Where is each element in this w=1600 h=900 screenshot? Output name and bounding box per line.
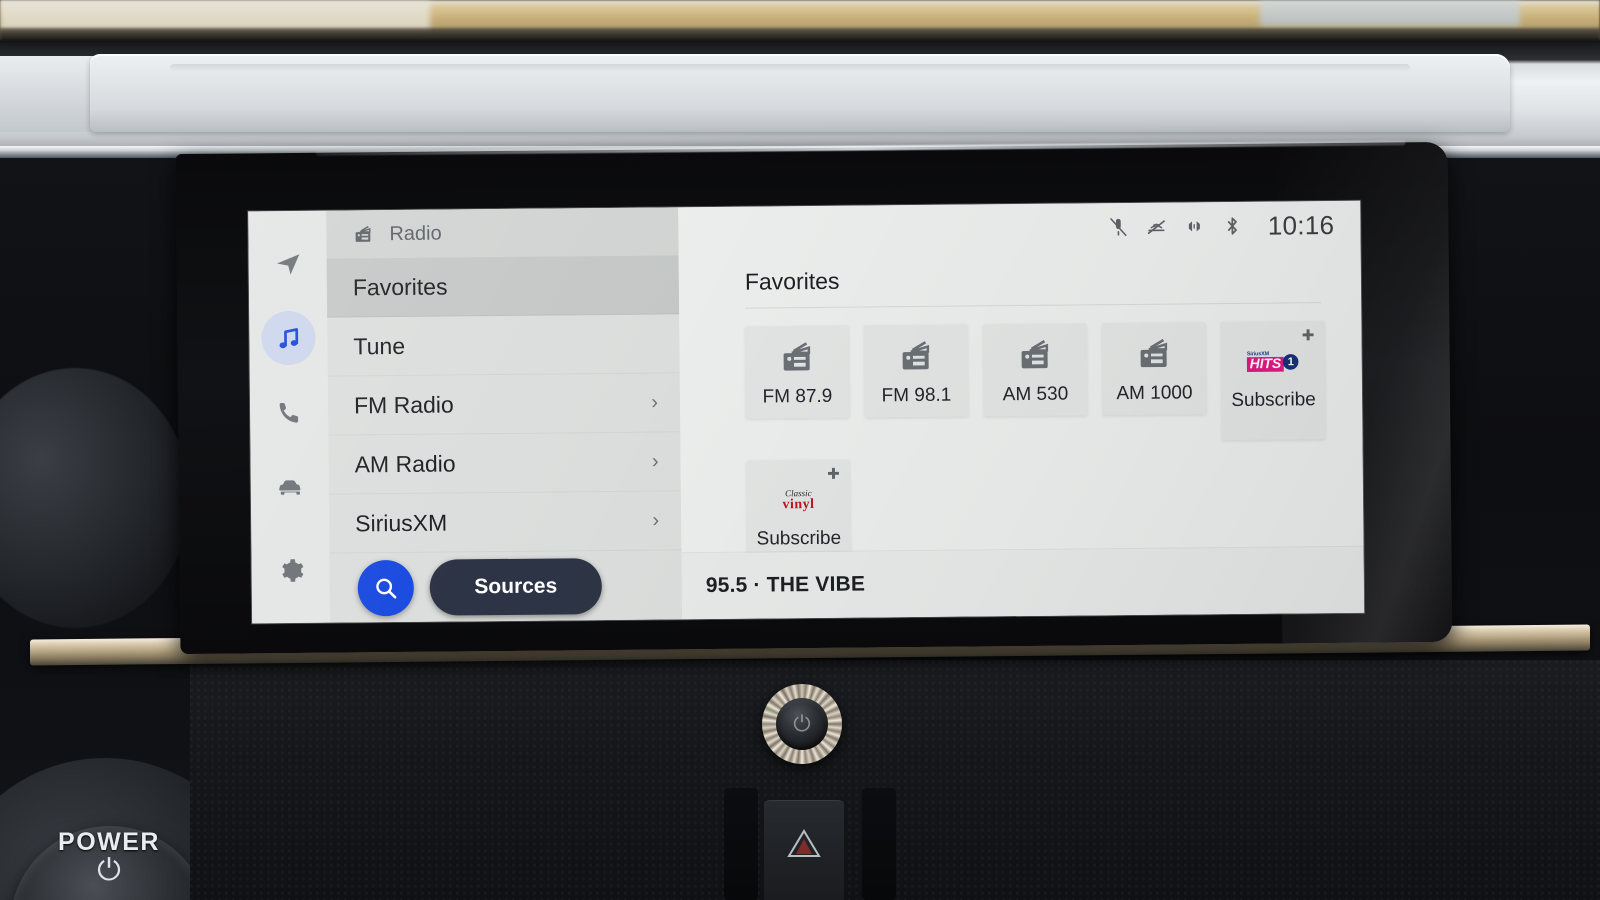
list-item-am-radio[interactable]: AM Radio › bbox=[328, 432, 681, 495]
preset-tile[interactable]: AM 1000 bbox=[1102, 322, 1207, 416]
settings-gear-icon bbox=[281, 558, 303, 582]
list-item-tune[interactable]: Tune bbox=[327, 314, 680, 377]
list-item-fm-radio[interactable]: FM Radio › bbox=[327, 373, 681, 436]
content-title: Favorites bbox=[744, 267, 840, 295]
list-item-label: FM Radio bbox=[353, 390, 454, 418]
center-vent-right bbox=[862, 788, 896, 900]
infotainment-screen[interactable]: Radio Favorites Tune FM Radio › AM Radio… bbox=[248, 200, 1365, 624]
status-bar: 10:16 bbox=[678, 201, 1360, 256]
source-list-rows: Favorites Tune FM Radio › AM Radio › Sir… bbox=[326, 255, 682, 554]
sky-right bbox=[1260, 0, 1520, 26]
sidebar-item-media[interactable] bbox=[261, 310, 316, 366]
source-list-title: Radio bbox=[389, 222, 442, 245]
wireless-charging-off-icon bbox=[1148, 220, 1166, 235]
infotainment-bezel: Radio Favorites Tune FM Radio › AM Radio… bbox=[175, 140, 1453, 655]
logo-main-text: vinyl bbox=[782, 496, 815, 512]
now-playing-bar[interactable]: 95.5 · THE VIBE bbox=[681, 546, 1365, 620]
siriusxm-hits-1-logo: SiriusXM HITS 1 bbox=[1245, 347, 1301, 376]
power-button-label: POWER bbox=[58, 828, 160, 856]
bluetooth-icon bbox=[1228, 217, 1238, 235]
subscribe-tile[interactable]: ✚ SiriusXM HITS 1 Subscribe bbox=[1221, 321, 1326, 441]
chevron-right-icon: › bbox=[651, 450, 659, 473]
subscribe-label: Subscribe bbox=[1231, 389, 1316, 411]
chevron-right-icon: › bbox=[651, 391, 659, 414]
now-playing-text: 95.5 · THE VIBE bbox=[705, 572, 866, 598]
preset-label: FM 87.9 bbox=[762, 385, 833, 407]
radio-icon bbox=[783, 341, 810, 371]
radio-icon bbox=[902, 340, 929, 369]
list-item-label: Tune bbox=[353, 332, 406, 359]
logo-number: 1 bbox=[1283, 353, 1300, 370]
audio-output-icon bbox=[1189, 221, 1201, 232]
sidebar-item-settings[interactable] bbox=[263, 543, 318, 598]
chevron-right-icon: › bbox=[652, 509, 660, 532]
radio-icon bbox=[355, 225, 371, 242]
favorites-grid: FM 87.9 FM 98.1 AM 530 AM 1000 ✚ SiriusX… bbox=[679, 303, 1364, 580]
search-button[interactable] bbox=[357, 559, 415, 617]
sidebar-item-phone[interactable] bbox=[262, 385, 317, 440]
source-panel-actions: Sources bbox=[329, 551, 683, 623]
search-icon bbox=[376, 578, 397, 599]
logo-main-text: HITS bbox=[1247, 356, 1285, 372]
phone-icon bbox=[279, 402, 298, 423]
clock: 10:16 bbox=[1267, 209, 1335, 241]
sources-button[interactable]: Sources bbox=[429, 558, 603, 616]
plus-icon[interactable]: ✚ bbox=[1302, 327, 1315, 344]
preset-label: AM 1000 bbox=[1116, 381, 1193, 404]
dash-defroster-edge bbox=[0, 28, 1600, 42]
list-item-label: Favorites bbox=[352, 273, 448, 300]
preset-tile[interactable]: AM 530 bbox=[983, 323, 1088, 417]
radio-icon bbox=[1021, 339, 1048, 368]
sidebar-item-vehicle[interactable] bbox=[263, 459, 318, 514]
plus-icon[interactable]: ✚ bbox=[827, 466, 840, 483]
sidebar-item-navigation[interactable] bbox=[260, 237, 315, 292]
list-item-label: AM Radio bbox=[354, 449, 456, 477]
preset-label: AM 530 bbox=[1002, 383, 1069, 405]
dashboard-top-trim bbox=[0, 42, 1600, 152]
source-list-header: Radio bbox=[326, 207, 679, 259]
navigation-icon bbox=[276, 253, 299, 275]
microphone-mute-icon bbox=[1110, 218, 1127, 237]
subscribe-label: Subscribe bbox=[756, 527, 842, 550]
center-vent-left bbox=[724, 788, 758, 900]
sky-left bbox=[0, 0, 430, 30]
dash-seam-line bbox=[170, 64, 1410, 72]
preset-tile[interactable]: FM 98.1 bbox=[864, 324, 969, 418]
dashboard-photo: POWER ⏻ ⏻ Radio Favorites Tune FM Radio … bbox=[0, 0, 1600, 900]
power-icon: ⏻ bbox=[97, 854, 121, 887]
vehicle-icon bbox=[278, 479, 300, 495]
list-item-siriusxm[interactable]: SiriusXM › bbox=[328, 491, 682, 554]
volume-knob[interactable]: ⏻ bbox=[776, 698, 828, 750]
media-music-icon bbox=[279, 327, 298, 348]
list-item-favorites[interactable]: Favorites bbox=[326, 255, 680, 318]
app-rail bbox=[248, 210, 331, 624]
preset-label: FM 98.1 bbox=[881, 384, 952, 406]
hazard-triangle-icon bbox=[787, 829, 821, 857]
classic-vinyl-logo: Classic vinyl bbox=[782, 486, 814, 514]
steering-column-shroud bbox=[0, 368, 190, 628]
preset-tile[interactable]: FM 87.9 bbox=[745, 325, 850, 419]
hazard-lights-button[interactable] bbox=[764, 800, 844, 900]
list-item-label: SiriusXM bbox=[355, 509, 448, 536]
radio-icon bbox=[1140, 338, 1167, 367]
